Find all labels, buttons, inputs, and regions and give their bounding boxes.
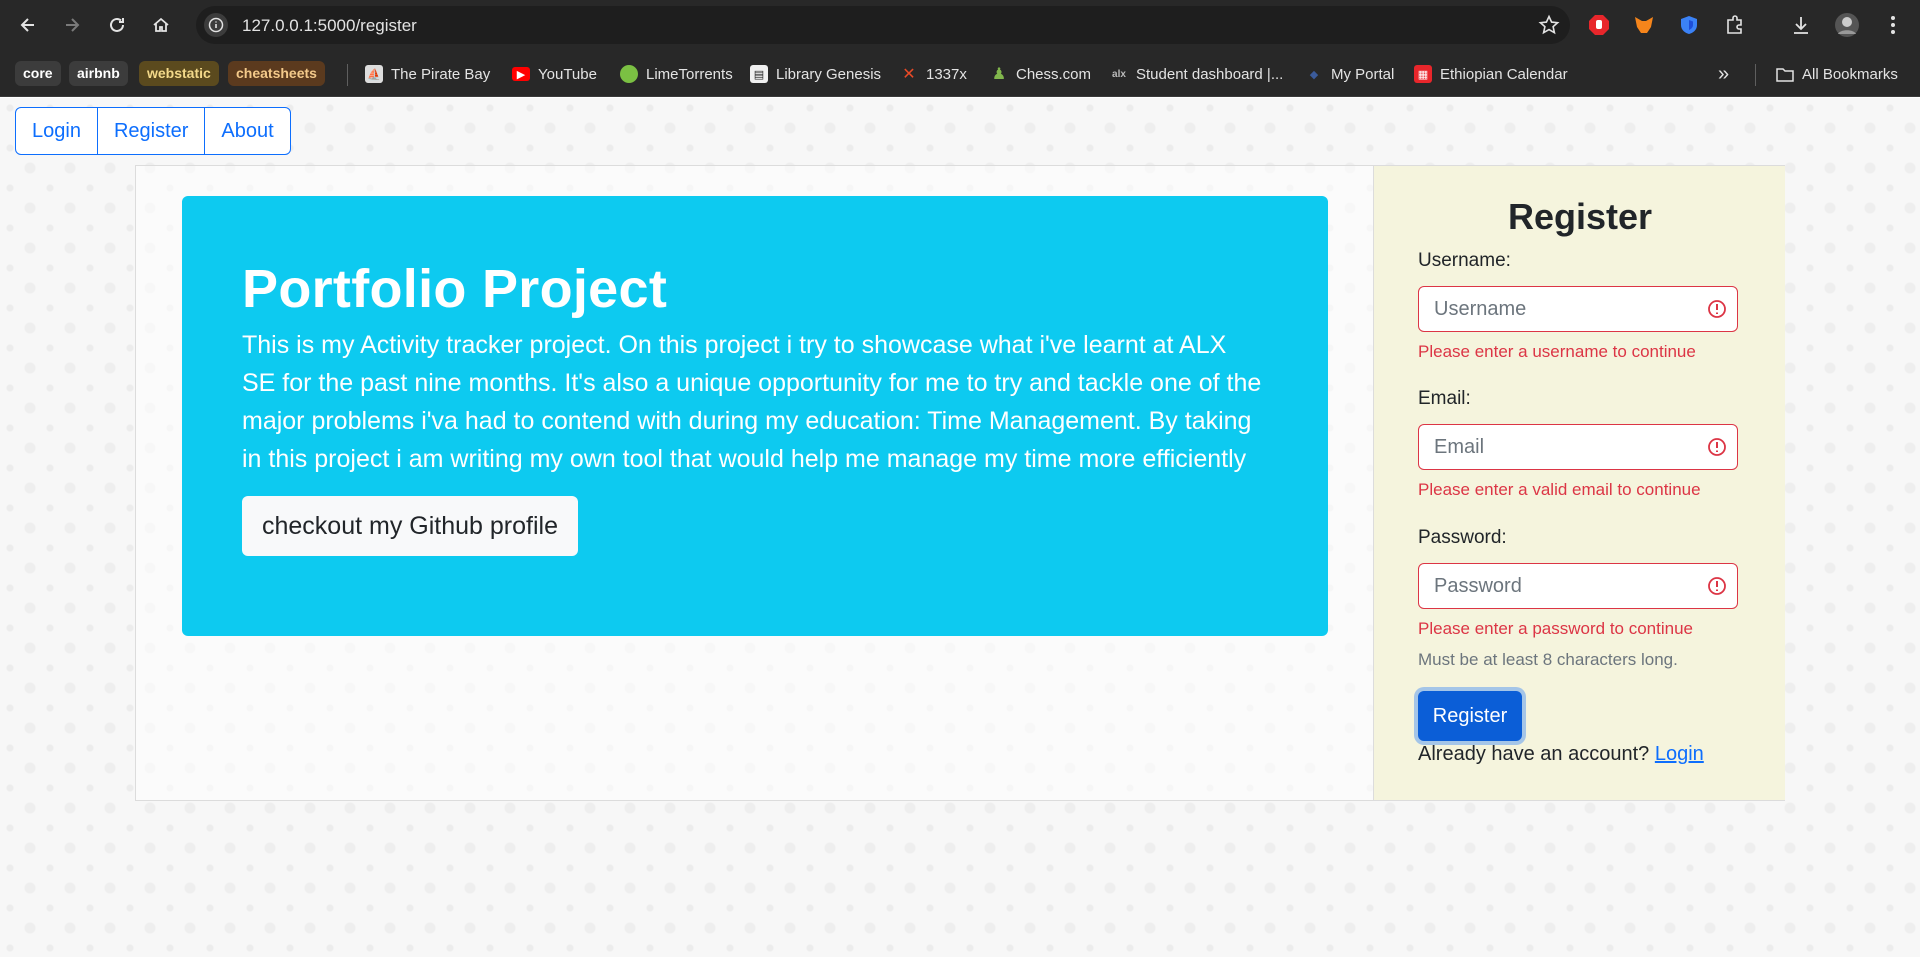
bookmark-folder-cheatsheets[interactable]: cheatsheets [228, 61, 325, 86]
metamask-extension-icon[interactable] [1631, 12, 1657, 38]
address-bar[interactable]: 127.0.0.1:5000/register [196, 6, 1570, 44]
1337x-icon: ✕ [902, 66, 916, 83]
site-info-icon[interactable] [204, 13, 228, 37]
all-bookmarks-button[interactable]: All Bookmarks [1776, 63, 1898, 85]
password-label: Password: [1418, 527, 1507, 548]
main-container: Portfolio Project This is my Activity tr… [135, 165, 1785, 801]
bookmark-folder-webstatic[interactable]: webstatic [139, 61, 219, 86]
bookmark-limetorrents[interactable]: LimeTorrents [620, 63, 733, 85]
bookmark-1337x[interactable]: ✕ 1337x [900, 63, 967, 85]
forward-icon[interactable] [56, 9, 88, 41]
username-field[interactable] [1418, 286, 1738, 332]
bookmark-pirate-bay[interactable]: ⛵ The Pirate Bay [365, 63, 490, 85]
nav-login-link[interactable]: Login [16, 108, 98, 154]
password-input[interactable] [1419, 564, 1699, 608]
register-panel: Register Username: Please enter a userna… [1373, 166, 1785, 800]
hero-title: Portfolio Project [242, 259, 668, 319]
vpn-shield-extension-icon[interactable] [1676, 12, 1702, 38]
back-icon[interactable] [12, 9, 44, 41]
browser-toolbar: 127.0.0.1:5000/register [0, 0, 1920, 50]
email-input[interactable] [1419, 425, 1699, 469]
bookmarks-bar: core airbnb webstatic cheatsheets ⛵ The P… [0, 50, 1920, 97]
home-icon[interactable] [145, 9, 177, 41]
bookmark-youtube[interactable]: ▶ YouTube [512, 63, 597, 85]
login-link[interactable]: Login [1655, 743, 1704, 765]
password-error: Please enter a password to continue [1418, 619, 1694, 638]
top-nav: Login Register About [15, 107, 291, 155]
alx-icon: alx [1112, 68, 1126, 80]
bookmark-student-dashboard[interactable]: alx Student dashboard |... [1110, 63, 1283, 85]
adblock-extension-icon[interactable] [1586, 12, 1612, 38]
browser-menu-icon[interactable] [1880, 12, 1906, 38]
folder-icon [1776, 65, 1794, 83]
register-submit-button[interactable]: Register [1418, 691, 1522, 741]
nav-register-link[interactable]: Register [98, 108, 206, 154]
bookmark-my-portal[interactable]: ◆ My Portal [1305, 63, 1395, 85]
portal-icon: ◆ [1309, 68, 1319, 81]
page-content: Login Register About Portfolio Project T… [0, 98, 1920, 957]
email-error: Please enter a valid email to continue [1418, 480, 1701, 499]
chess-pawn-icon: ♟ [991, 66, 1007, 83]
username-label: Username: [1418, 250, 1511, 271]
hero-jumbotron: Portfolio Project This is my Activity tr… [182, 196, 1328, 636]
error-icon [1708, 577, 1726, 595]
email-label: Email: [1418, 388, 1471, 409]
bookmark-separator [1755, 64, 1756, 86]
email-field[interactable] [1418, 424, 1738, 470]
bookmark-chess[interactable]: ♟ Chess.com [990, 63, 1091, 85]
lime-icon [620, 65, 638, 83]
youtube-icon: ▶ [512, 67, 530, 81]
downloads-icon[interactable] [1788, 12, 1814, 38]
extensions-puzzle-icon[interactable] [1722, 12, 1748, 38]
calendar-icon: ▦ [1414, 65, 1432, 83]
username-input[interactable] [1419, 287, 1699, 331]
pirate-bay-icon: ⛵ [365, 65, 383, 83]
login-prompt: Already have an account? Login [1418, 743, 1704, 766]
github-profile-button[interactable]: checkout my Github profile [242, 496, 578, 556]
bookmark-folder-airbnb[interactable]: airbnb [69, 61, 128, 86]
error-icon [1708, 438, 1726, 456]
nav-about-link[interactable]: About [205, 108, 289, 154]
bookmark-star-icon[interactable] [1538, 14, 1560, 36]
bookmark-ethiopian-calendar[interactable]: ▦ Ethiopian Calendar [1414, 63, 1568, 85]
username-error: Please enter a username to continue [1418, 342, 1696, 361]
password-hint: Must be at least 8 characters long. [1418, 650, 1678, 669]
bookmark-library-genesis[interactable]: ▤ Library Genesis [750, 63, 881, 85]
reload-icon[interactable] [101, 9, 133, 41]
error-icon [1708, 300, 1726, 318]
have-account-text: Already have an account? [1418, 743, 1650, 765]
bookmark-separator [347, 64, 348, 86]
register-title: Register [1507, 196, 1653, 237]
bookmarks-overflow-icon[interactable]: » [1718, 63, 1729, 85]
library-genesis-icon: ▤ [750, 65, 768, 83]
hero-description: This is my Activity tracker project. On … [242, 331, 1262, 473]
password-field[interactable] [1418, 563, 1738, 609]
profile-avatar[interactable] [1834, 12, 1860, 38]
url-text: 127.0.0.1:5000/register [242, 16, 417, 35]
bookmark-folder-core[interactable]: core [15, 61, 61, 86]
